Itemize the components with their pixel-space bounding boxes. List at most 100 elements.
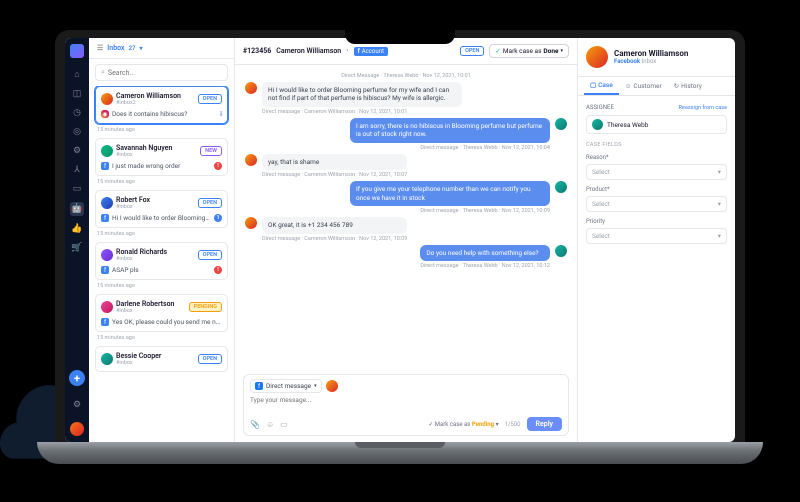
emoji-icon[interactable]: ☺ xyxy=(266,420,274,429)
product-select[interactable]: Select▾ xyxy=(586,196,727,212)
message-bubble: Hi I would like to order Blooming perfum… xyxy=(262,82,462,107)
channel-selector[interactable]: f Direct message ▾ xyxy=(250,379,322,393)
message-bubble: If you give me your telephone number tha… xyxy=(350,181,550,206)
inbox-panel: Inbox 27 ▾ ⌕ Cameron Williamson#inbox2OP… xyxy=(89,38,235,442)
laptop-notch xyxy=(345,30,455,44)
status-badge: NEW xyxy=(200,146,222,156)
card-preview: I just made wrong order xyxy=(112,162,211,170)
card-handle: #inbox xyxy=(116,204,195,210)
tab-customer[interactable]: ☺ Customer xyxy=(619,77,668,95)
search-icon: ⌕ xyxy=(101,68,105,77)
template-icon[interactable]: ▭ xyxy=(280,420,288,429)
app-screen: ⌂ ◫ ◷ ◎ ⚙ ⅄ ▭ 🤖 👍 🛒 + ⚙ Inbox 27 ▾ ⌕ Cam… xyxy=(65,38,735,442)
message-out: Do you need help with something else? Di… xyxy=(245,245,567,269)
facebook-icon: f xyxy=(101,162,109,170)
avatar xyxy=(245,217,257,229)
message-in: OK great, it is +1 234 456 789 Direct me… xyxy=(245,217,567,241)
avatar xyxy=(101,145,113,157)
instagram-icon: ◉ xyxy=(101,110,109,118)
mark-done-button[interactable]: ✓ Mark case as Done ▾ xyxy=(489,44,569,58)
recipient-avatar xyxy=(326,380,338,392)
avatar xyxy=(101,353,113,365)
hierarchy-icon[interactable]: ⅄ xyxy=(71,164,83,176)
card-name: Ronald Richards xyxy=(116,248,195,256)
reason-select[interactable]: Select▾ xyxy=(586,164,727,180)
status-badge: OPEN xyxy=(198,94,222,104)
bot-icon[interactable]: 🤖 xyxy=(70,202,84,216)
status-badge: OPEN xyxy=(198,250,222,260)
facebook-icon: f xyxy=(101,318,109,326)
laptop-frame: ⌂ ◫ ◷ ◎ ⚙ ⅄ ▭ 🤖 👍 🛒 + ⚙ Inbox 27 ▾ ⌕ Cam… xyxy=(55,30,745,470)
attachment-icon[interactable]: 📎 xyxy=(250,420,260,429)
priority-select[interactable]: Select▾ xyxy=(586,228,727,244)
chevron-down-icon: ▾ xyxy=(718,168,721,176)
message-meta: Direct message · Theresa Webb · Nov 12, … xyxy=(350,145,550,151)
message-input[interactable] xyxy=(250,396,562,412)
search-input[interactable] xyxy=(108,69,222,77)
status-badge: OPEN xyxy=(198,354,222,364)
assignee-label: ASSIGNEE xyxy=(586,104,614,111)
facebook-icon: f xyxy=(101,266,109,274)
conversation-panel: #123456 Cameron Williamson • fAccount OP… xyxy=(235,38,577,442)
inbox-card[interactable]: Bessie Cooper#inboxOPEN xyxy=(95,346,228,372)
like-icon[interactable]: 👍 xyxy=(71,223,83,235)
inbox-card[interactable]: Savannah Nguyen#inboxNEW fI just made wro… xyxy=(95,138,228,176)
tab-history[interactable]: ↻ History xyxy=(668,77,708,95)
inbox-list: Cameron Williamson#inbox2OPEN◉Does it co… xyxy=(89,86,234,442)
message-out: I am sorry, there is no hibiscus in Bloo… xyxy=(245,118,567,151)
card-handle: #inbox xyxy=(116,360,195,366)
inbox-card[interactable]: Robert Fox#inboxOPENfHi I would like to … xyxy=(95,190,228,228)
message-bubble: OK great, it is +1 234 456 789 xyxy=(262,217,407,233)
ticket-number: #123456 xyxy=(243,47,271,55)
tab-case[interactable]: ▢ Case xyxy=(584,77,619,95)
inbox-card[interactable]: Darlene Robertson#inboxPENDINGfYes OK, p… xyxy=(95,294,228,332)
analytics-icon[interactable]: ◫ xyxy=(71,88,83,100)
message-out: If you give me your telephone number tha… xyxy=(245,181,567,214)
inbox-header[interactable]: Inbox 27 ▾ xyxy=(89,38,234,59)
target-icon[interactable]: ◎ xyxy=(71,126,83,138)
avatar xyxy=(245,154,257,166)
avatar xyxy=(555,118,567,130)
customer-name: Cameron Williamson xyxy=(276,47,341,55)
customer-source: Facebook Inbox xyxy=(614,58,688,65)
settings-icon[interactable]: ⚙ xyxy=(71,399,83,411)
card-handle: #inbox2 xyxy=(116,100,195,106)
inbox-card[interactable]: Ronald Richards#inboxOPENfASAP pls! xyxy=(95,242,228,280)
card-name: Savannah Nguyen xyxy=(116,144,197,152)
message-meta: Direct message · Cameron Williamson · No… xyxy=(262,109,462,115)
clock-icon[interactable]: ◷ xyxy=(71,107,83,119)
alert-badge: ! xyxy=(214,162,222,170)
char-counter: 1/500 xyxy=(505,421,521,428)
profile-avatar[interactable] xyxy=(70,422,84,436)
card-handle: #inbox xyxy=(116,256,195,262)
customer-avatar xyxy=(586,46,608,68)
search-box[interactable]: ⌕ xyxy=(95,64,228,81)
card-handle: #inbox xyxy=(116,308,186,314)
cart-icon[interactable]: 🛒 xyxy=(71,242,83,254)
chevron-down-icon: ▾ xyxy=(560,48,563,54)
reply-button[interactable]: Reply xyxy=(527,417,562,431)
gear-icon[interactable]: ⚙ xyxy=(71,145,83,157)
detail-tabs: ▢ Case ☺ Customer ↻ History xyxy=(578,76,735,96)
message-meta: Direct message · Cameron Williamson · No… xyxy=(262,236,407,242)
assignee-selector[interactable]: Theresa Webb xyxy=(586,115,727,134)
home-icon[interactable]: ⌂ xyxy=(71,69,83,81)
message-thread: Direct Message · Theresa Webb · Nov 12, … xyxy=(235,65,577,370)
reassign-link[interactable]: Reassign from case xyxy=(679,105,727,111)
archive-icon[interactable]: ▭ xyxy=(71,183,83,195)
message-in: yay, that is shame Direct message · Came… xyxy=(245,154,567,178)
inbox-title: Inbox xyxy=(107,44,124,52)
app-logo[interactable] xyxy=(70,44,84,58)
mark-status-toggle[interactable]: ✓ Mark case as Pending ▾ xyxy=(428,421,498,428)
add-button[interactable]: + xyxy=(69,370,85,386)
case-fields-label: CASE FIELDS xyxy=(586,142,727,148)
card-handle: #inbox xyxy=(116,152,197,158)
chevron-down-icon: ▾ xyxy=(139,45,142,52)
inbox-card[interactable]: Cameron Williamson#inbox2OPEN◉Does it co… xyxy=(95,86,228,124)
chevron-down-icon: ▾ xyxy=(718,232,721,240)
details-panel: Cameron Williamson Facebook Inbox ▢ Case… xyxy=(577,38,735,442)
info-icon: i xyxy=(220,110,222,118)
channel-tag: fAccount xyxy=(354,47,388,56)
assignee-avatar xyxy=(592,119,603,130)
status-badge: OPEN xyxy=(460,46,484,56)
